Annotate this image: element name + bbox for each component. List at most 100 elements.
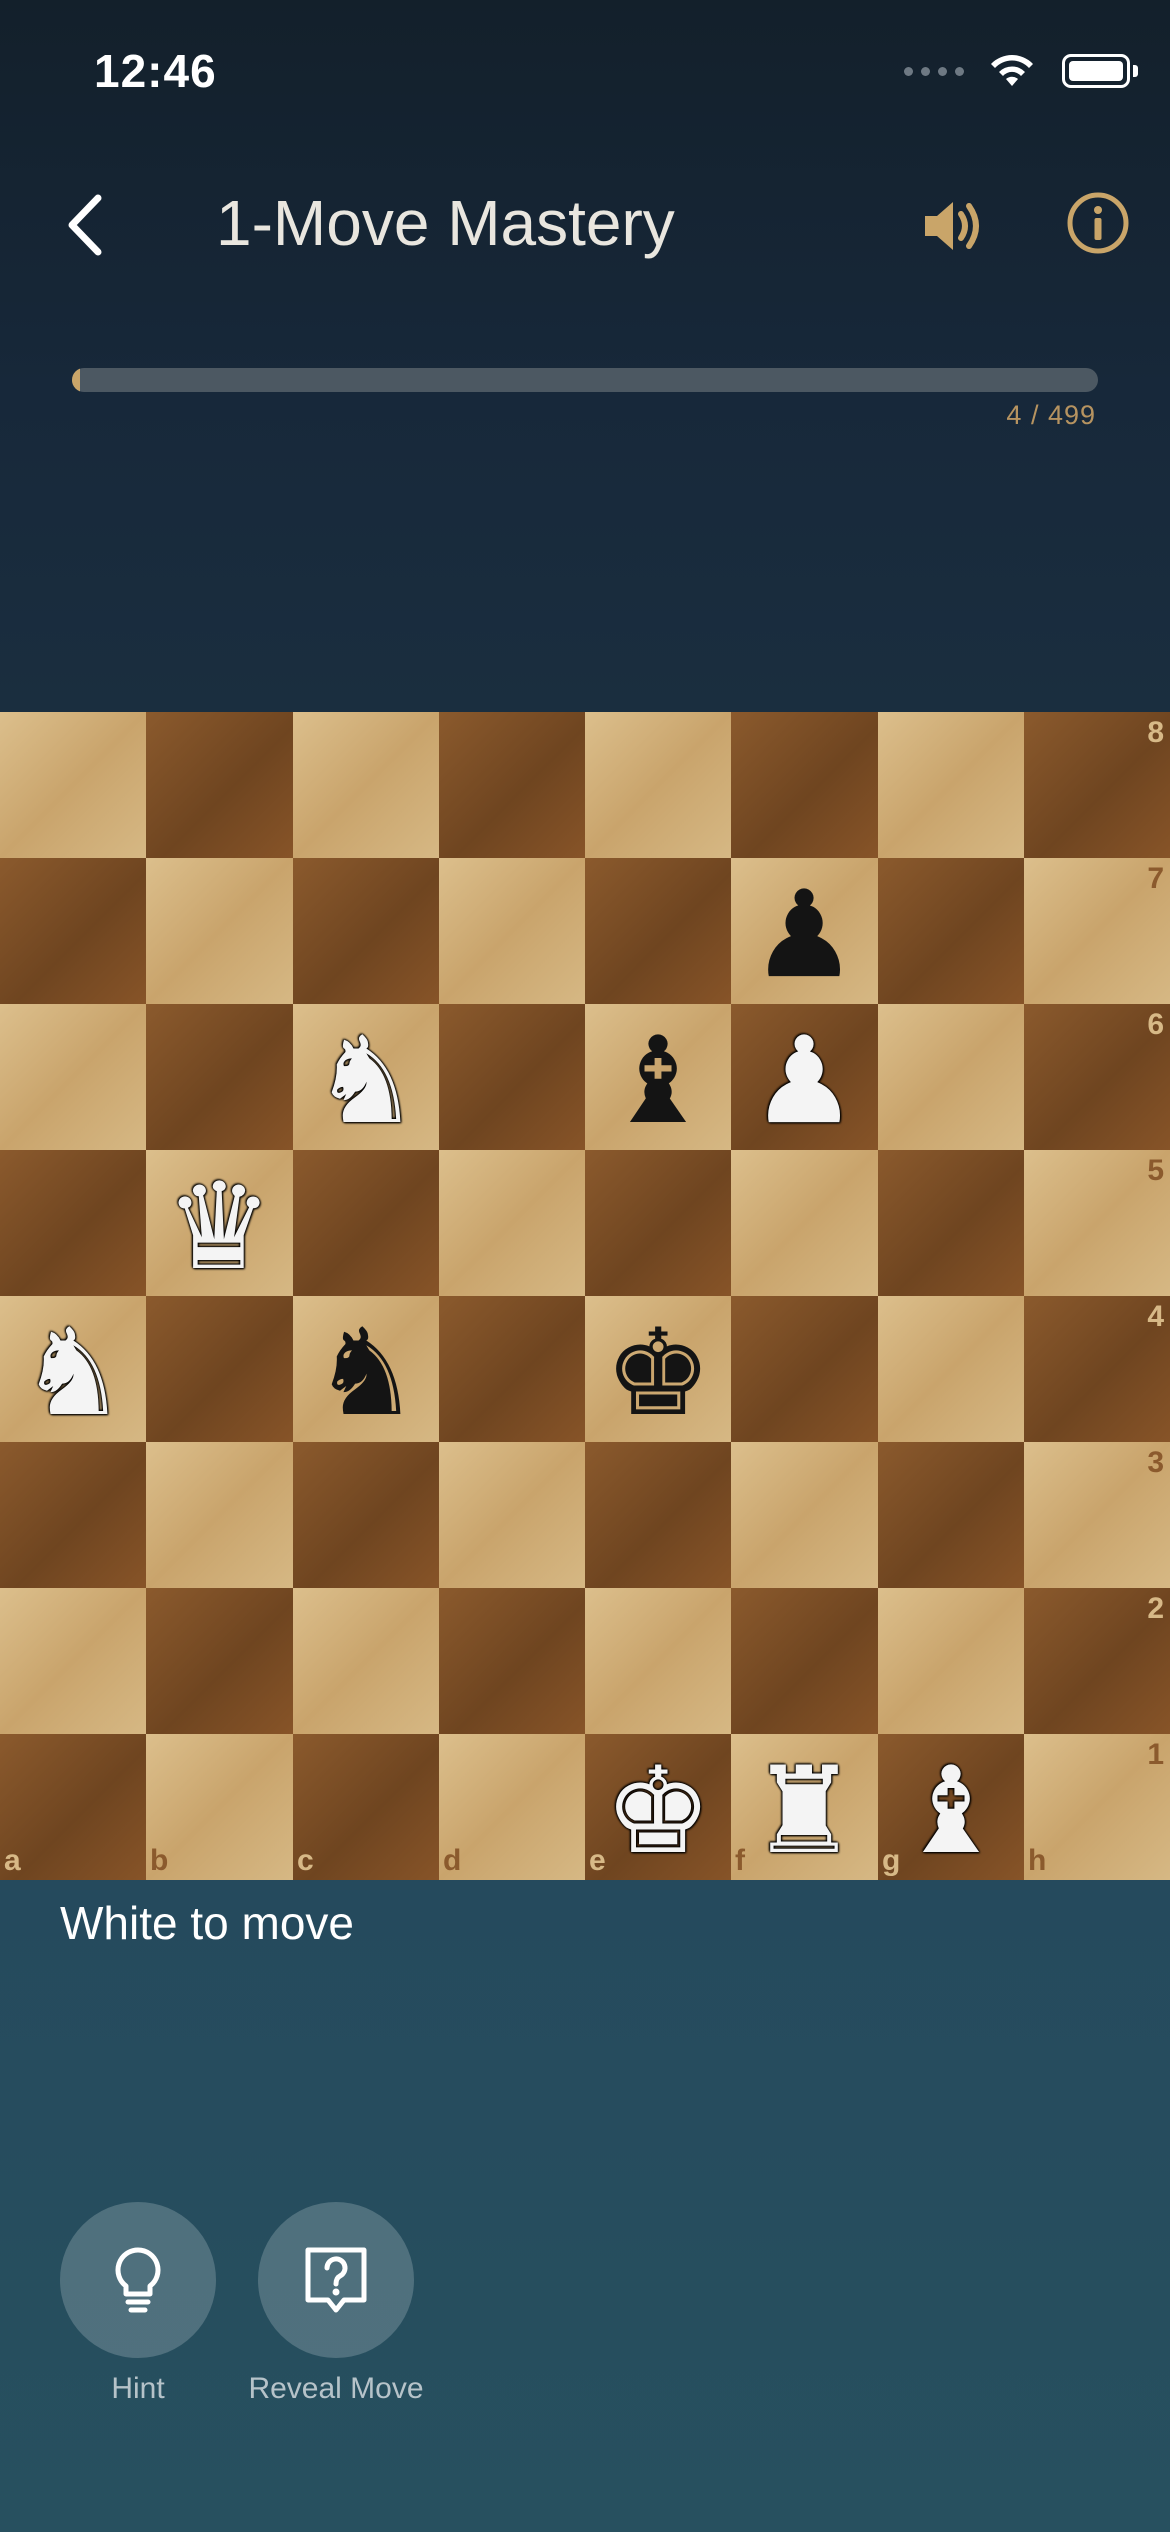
square-a2[interactable] — [0, 1588, 146, 1734]
white-knight-piece[interactable]: ♞ — [0, 1304, 146, 1450]
square-h4[interactable]: 4 — [1024, 1296, 1170, 1442]
square-b6[interactable] — [146, 1004, 293, 1150]
file-label: c — [297, 1844, 314, 1877]
square-e5[interactable] — [585, 1150, 731, 1296]
square-a8[interactable] — [0, 712, 146, 858]
white-rook-piece[interactable]: ♜ — [731, 1742, 877, 1888]
battery-icon — [1062, 54, 1138, 88]
hint-button[interactable] — [60, 2202, 216, 2358]
square-f5[interactable] — [731, 1150, 878, 1296]
black-bishop-piece[interactable]: ♝ — [585, 1012, 731, 1158]
sound-button[interactable] — [915, 188, 991, 264]
status-time: 12:46 — [94, 45, 217, 97]
file-label: b — [150, 1844, 169, 1877]
square-a3[interactable] — [0, 1442, 146, 1588]
square-g2[interactable] — [878, 1588, 1024, 1734]
chevron-left-icon — [68, 194, 102, 256]
square-c2[interactable] — [293, 1588, 439, 1734]
square-h1[interactable]: 1h — [1024, 1734, 1170, 1880]
file-label: a — [4, 1844, 21, 1877]
square-b1[interactable]: b — [146, 1734, 293, 1880]
white-bishop-piece[interactable]: ♝ — [878, 1742, 1024, 1888]
square-d1[interactable]: d — [439, 1734, 585, 1880]
progress-count: 4 / 499 — [1006, 400, 1096, 430]
square-h3[interactable]: 3 — [1024, 1442, 1170, 1588]
square-b8[interactable] — [146, 712, 293, 858]
square-d4[interactable] — [439, 1296, 585, 1442]
square-a1[interactable]: a — [0, 1734, 146, 1880]
rank-label: 2 — [1147, 1592, 1164, 1625]
square-c1[interactable]: c — [293, 1734, 439, 1880]
square-h7[interactable]: 7 — [1024, 858, 1170, 1004]
square-g7[interactable] — [878, 858, 1024, 1004]
square-f2[interactable] — [731, 1588, 878, 1734]
square-d6[interactable] — [439, 1004, 585, 1150]
square-a5[interactable] — [0, 1150, 146, 1296]
info-button[interactable] — [1063, 188, 1133, 258]
square-d8[interactable] — [439, 712, 585, 858]
turn-indicator: White to move — [60, 1897, 354, 1949]
back-button[interactable] — [58, 190, 118, 260]
rank-label: 8 — [1147, 716, 1164, 749]
square-c8[interactable] — [293, 712, 439, 858]
square-f8[interactable] — [731, 712, 878, 858]
square-h2[interactable]: 2 — [1024, 1588, 1170, 1734]
square-c3[interactable] — [293, 1442, 439, 1588]
file-label: h — [1028, 1844, 1047, 1877]
black-king-piece[interactable]: ♚ — [585, 1304, 731, 1450]
square-g6[interactable] — [878, 1004, 1024, 1150]
white-pawn-piece[interactable]: ♟ — [731, 1012, 877, 1158]
file-label: d — [443, 1844, 462, 1877]
white-queen-piece[interactable]: ♛ — [146, 1158, 292, 1304]
progress-bar — [72, 368, 1098, 392]
page-title: 1-Move Mastery — [216, 187, 675, 259]
square-d2[interactable] — [439, 1588, 585, 1734]
rank-label: 3 — [1147, 1446, 1164, 1479]
square-c5[interactable] — [293, 1150, 439, 1296]
square-a6[interactable] — [0, 1004, 146, 1150]
square-b2[interactable] — [146, 1588, 293, 1734]
status-icons — [904, 52, 1138, 90]
question-bubble-icon — [305, 2247, 367, 2313]
square-b7[interactable] — [146, 858, 293, 1004]
black-pawn-piece[interactable]: ♟ — [731, 866, 877, 1012]
square-g8[interactable] — [878, 712, 1024, 858]
square-d7[interactable] — [439, 858, 585, 1004]
square-f3[interactable] — [731, 1442, 878, 1588]
square-g5[interactable] — [878, 1150, 1024, 1296]
square-c7[interactable] — [293, 858, 439, 1004]
header-background — [0, 0, 1170, 712]
square-e7[interactable] — [585, 858, 731, 1004]
info-icon — [1067, 192, 1129, 254]
square-g4[interactable] — [878, 1296, 1024, 1442]
white-king-piece[interactable]: ♚ — [585, 1742, 731, 1888]
reveal-move-label: Reveal Move — [248, 2372, 424, 2405]
footer-background — [0, 1880, 1170, 2532]
square-e2[interactable] — [585, 1588, 731, 1734]
square-g3[interactable] — [878, 1442, 1024, 1588]
white-knight-piece[interactable]: ♞ — [293, 1012, 439, 1158]
square-b4[interactable] — [146, 1296, 293, 1442]
square-h5[interactable]: 5 — [1024, 1150, 1170, 1296]
rank-label: 5 — [1147, 1154, 1164, 1187]
square-e8[interactable] — [585, 712, 731, 858]
square-h6[interactable]: 6 — [1024, 1004, 1170, 1150]
square-b3[interactable] — [146, 1442, 293, 1588]
square-h8[interactable]: 8 — [1024, 712, 1170, 858]
rank-label: 4 — [1147, 1300, 1164, 1333]
cellular-signal-icon — [904, 66, 964, 76]
square-e3[interactable] — [585, 1442, 731, 1588]
black-knight-piece[interactable]: ♞ — [293, 1304, 439, 1450]
square-f4[interactable] — [731, 1296, 878, 1442]
square-d5[interactable] — [439, 1150, 585, 1296]
chess-board[interactable]: 8 7 6 5 4 3 2 a b c d e f g 1 h ♟ ♞ ♝ ♟ ♛ ♞ ♞ ♚ ♚ ♜ ♝ — [0, 712, 1170, 1880]
lightbulb-icon — [115, 2247, 161, 2313]
square-d3[interactable] — [439, 1442, 585, 1588]
speaker-icon — [925, 202, 979, 250]
rank-label: 1 — [1147, 1738, 1164, 1771]
square-a7[interactable] — [0, 858, 146, 1004]
rank-label: 6 — [1147, 1008, 1164, 1041]
wifi-icon — [991, 55, 1033, 86]
reveal-move-button[interactable] — [258, 2202, 414, 2358]
rank-label: 7 — [1147, 862, 1164, 895]
